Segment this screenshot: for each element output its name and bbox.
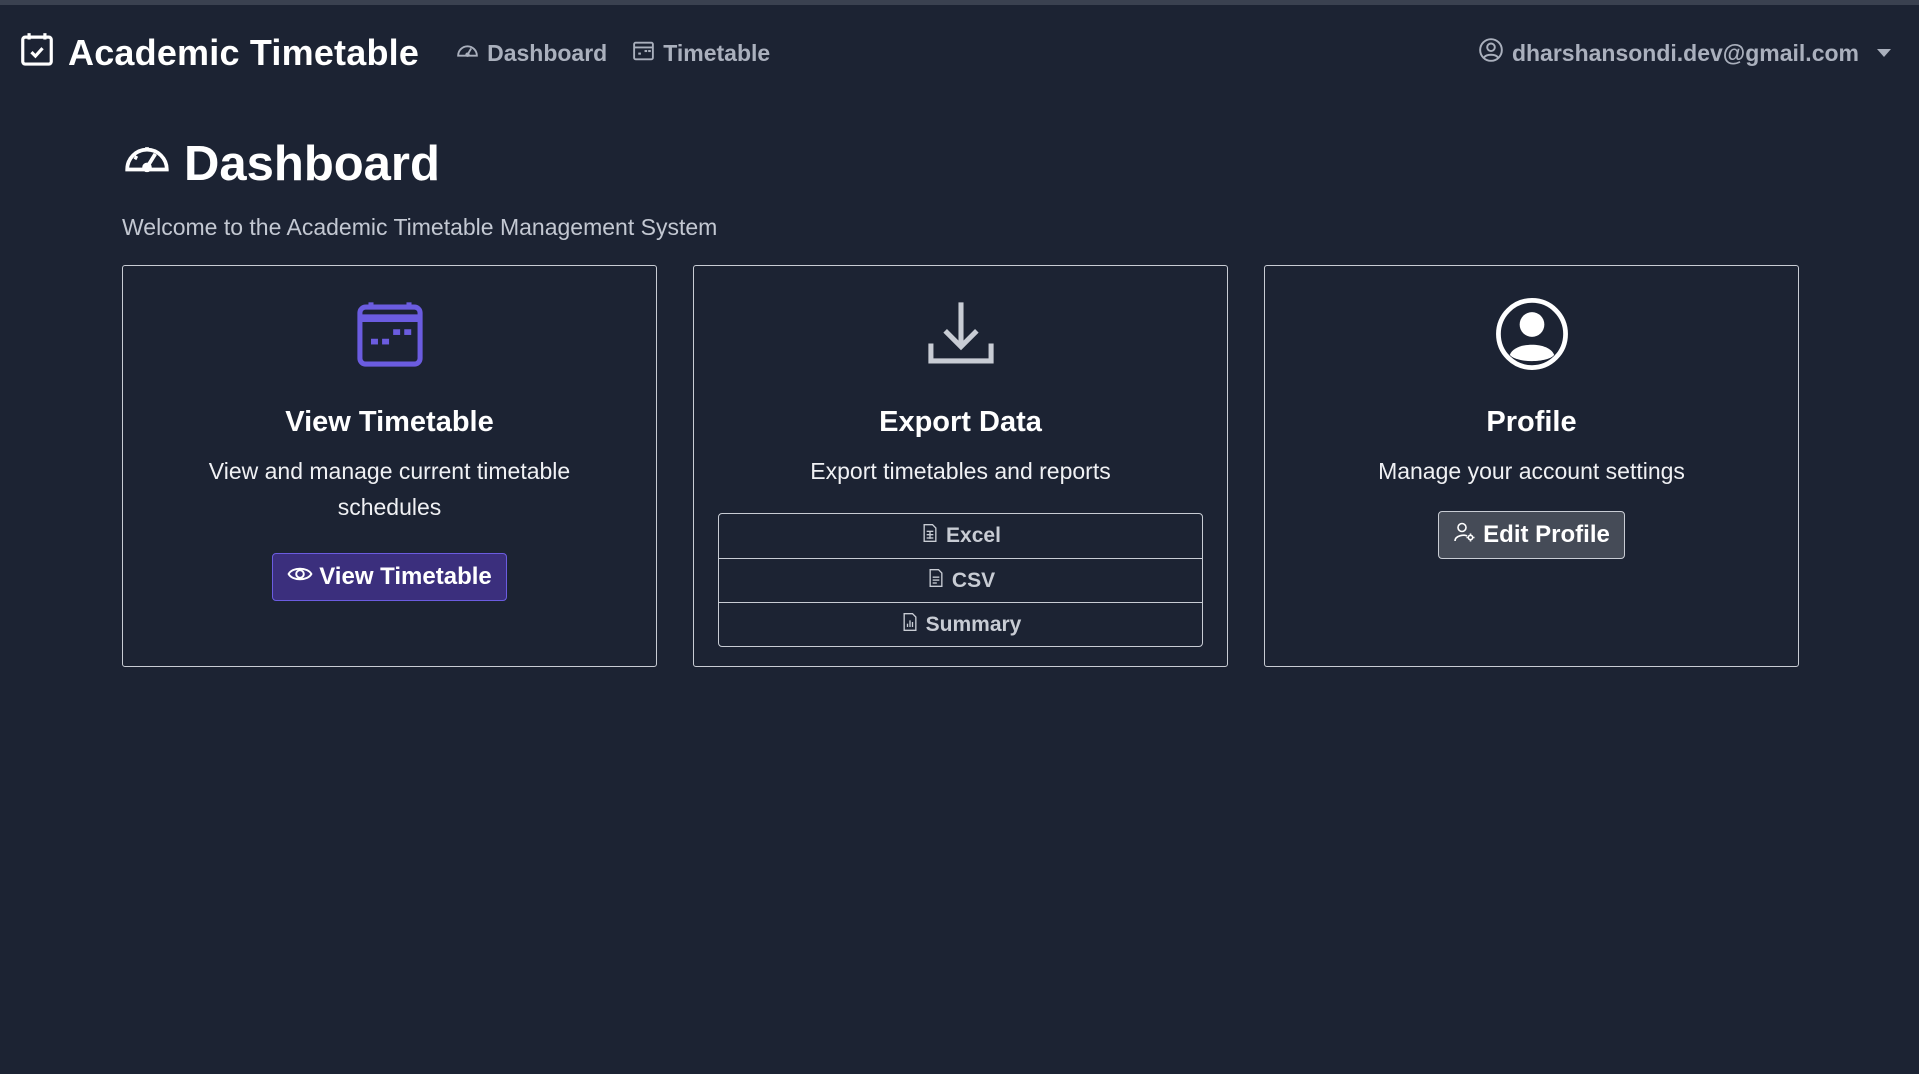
export-data-card: Export Data Export timetables and report… <box>693 265 1228 667</box>
profile-title: Profile <box>1486 406 1577 438</box>
edit-profile-button[interactable]: Edit Profile <box>1438 511 1625 559</box>
dashboard-cards: View Timetable View and manage current t… <box>122 265 1799 667</box>
nav-link-dashboard-label: Dashboard <box>487 39 608 66</box>
main-content: Dashboard Welcome to the Academic Timeta… <box>122 128 1799 667</box>
person-circle-icon <box>1478 37 1504 69</box>
nav-link-dashboard[interactable]: Dashboard <box>455 38 607 69</box>
page-subtitle: Welcome to the Academic Timetable Manage… <box>122 214 718 240</box>
file-spreadsheet-icon <box>920 523 940 549</box>
person-circle-icon <box>1494 296 1570 372</box>
navbar: Academic Timetable Dashboard Timetable d… <box>0 5 1919 101</box>
file-chart-icon <box>900 612 920 638</box>
speedometer-icon <box>455 38 480 69</box>
export-summary-label: Summary <box>925 612 1022 636</box>
export-data-title: Export Data <box>879 406 1042 438</box>
view-timetable-title: View Timetable <box>285 406 494 438</box>
nav-link-timetable[interactable]: Timetable <box>631 38 770 69</box>
export-csv-button[interactable]: CSV <box>719 558 1202 602</box>
edit-profile-button-label: Edit Profile <box>1483 521 1610 548</box>
nav-link-timetable-label: Timetable <box>663 39 771 66</box>
file-text-icon <box>926 568 946 594</box>
user-email: dharshansondi.dev@gmail.com <box>1511 39 1859 66</box>
profile-text: Manage your account settings <box>1378 458 1685 484</box>
export-excel-label: Excel <box>946 524 1001 547</box>
user-menu-dropdown[interactable]: dharshansondi.dev@gmail.com <box>1478 5 1891 101</box>
speedometer-icon <box>122 133 172 195</box>
view-timetable-button[interactable]: View Timetable <box>272 553 507 601</box>
nav-links: Dashboard Timetable <box>455 38 770 69</box>
export-csv-label: CSV <box>951 568 996 592</box>
page-title: Dashboard <box>122 128 1798 200</box>
view-timetable-card: View Timetable View and manage current t… <box>122 265 657 667</box>
person-gear-icon <box>1453 520 1477 551</box>
brand-link[interactable]: Academic Timetable <box>18 30 419 77</box>
export-excel-button[interactable]: Excel <box>719 514 1202 558</box>
profile-card: Profile Manage your account settings Edi… <box>1264 265 1799 667</box>
export-data-text: Export timetables and reports <box>810 458 1111 484</box>
calendar-check-icon <box>18 30 56 77</box>
download-icon <box>923 296 999 372</box>
view-timetable-text: View and manage current timetable schedu… <box>208 458 571 520</box>
export-summary-button[interactable]: Summary <box>719 602 1202 646</box>
brand-title: Academic Timetable <box>68 32 420 73</box>
page-title-text: Dashboard <box>184 137 440 191</box>
export-options: Excel CSV Summary <box>718 513 1203 647</box>
calendar-week-icon <box>352 296 428 372</box>
calendar-icon <box>631 38 656 69</box>
eye-icon <box>287 561 313 594</box>
caret-down-icon <box>1877 49 1891 57</box>
view-timetable-button-label: View Timetable <box>319 563 492 590</box>
